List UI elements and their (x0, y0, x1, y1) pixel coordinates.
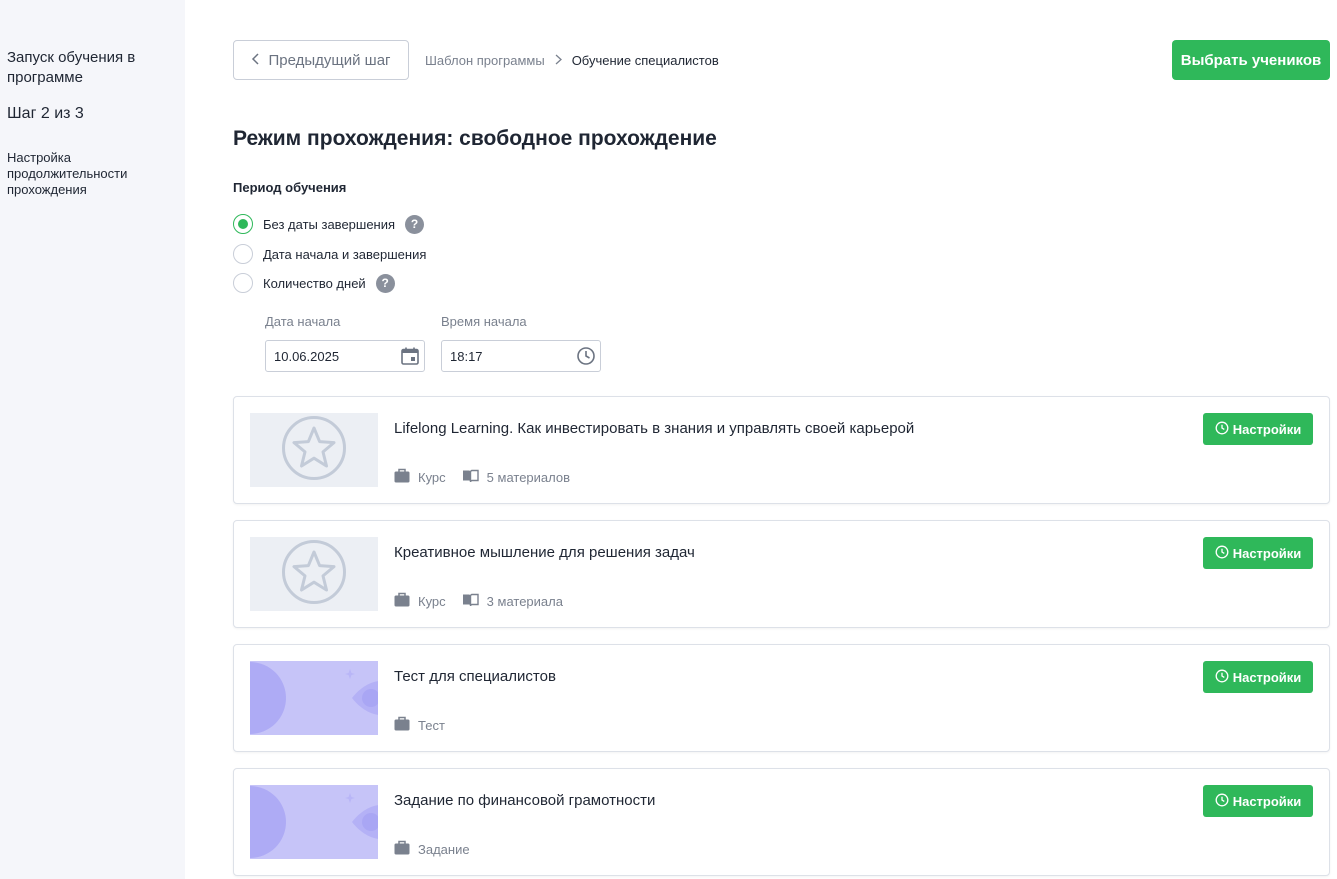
radio-option-start-end-dates[interactable]: Дата начала и завершения (233, 244, 426, 264)
start-time-label: Время начала (441, 314, 527, 329)
item-materials-label: 5 материалов (486, 469, 571, 485)
chevron-left-icon (251, 52, 260, 68)
breadcrumb: Шаблон программы Обучение специалистов (425, 52, 719, 68)
item-thumbnail (250, 661, 378, 735)
previous-step-button[interactable]: Предыдущий шаг (233, 40, 409, 80)
item-settings-button[interactable]: Настройки (1203, 537, 1313, 569)
item-title[interactable]: Креативное мышление для решения задач (394, 544, 695, 561)
period-label: Период обучения (233, 180, 347, 195)
radio-button[interactable] (233, 273, 253, 293)
briefcase-icon (394, 716, 410, 734)
item-materials-label: 3 материала (486, 593, 563, 609)
star-icon (281, 415, 347, 486)
radio-option-days-count[interactable]: Количество дней ? (233, 273, 395, 293)
program-item-card: Lifelong Learning. Как инвестировать в з… (233, 396, 1330, 504)
item-type: Задание (394, 840, 470, 858)
clock-icon (1215, 421, 1229, 438)
eye-illustration (250, 786, 378, 858)
item-thumbnail (250, 413, 378, 487)
start-time-value: 18:17 (450, 348, 483, 364)
breadcrumb-current: Обучение специалистов (571, 52, 719, 68)
item-type-label: Курс (418, 593, 446, 609)
settings-label: Настройки (1232, 545, 1302, 561)
item-type: Тест (394, 716, 445, 734)
item-meta: Курс 3 материала (394, 592, 579, 610)
radio-label: Дата начала и завершения (263, 246, 427, 262)
calendar-icon[interactable] (400, 346, 420, 366)
item-type-label: Тест (418, 717, 445, 733)
radio-button-checked[interactable] (233, 214, 253, 234)
item-meta: Курс 5 материалов (394, 468, 586, 486)
item-type-label: Задание (418, 841, 470, 857)
briefcase-icon (394, 468, 410, 486)
chevron-right-icon (555, 53, 562, 68)
help-icon[interactable]: ? (375, 273, 395, 293)
item-settings-button[interactable]: Настройки (1203, 661, 1313, 693)
radio-label: Количество дней (263, 275, 366, 291)
item-type-label: Курс (418, 469, 446, 485)
sidebar: Запуск обучения в программе Шаг 2 из 3 Н… (0, 0, 185, 879)
program-item-card: Задание по финансовой грамотности Задани… (233, 768, 1330, 876)
item-materials: 3 материала (462, 593, 563, 610)
radio-option-no-end-date[interactable]: Без даты завершения ? (233, 214, 425, 234)
start-time-input[interactable]: 18:17 (441, 340, 601, 372)
select-students-button[interactable]: Выбрать учеников (1172, 40, 1330, 80)
briefcase-icon (394, 592, 410, 610)
start-date-value: 10.06.2025 (274, 348, 340, 364)
program-item-card: Креативное мышление для решения задач Ку… (233, 520, 1330, 628)
eye-illustration (250, 662, 378, 734)
star-icon (281, 539, 347, 610)
item-settings-button[interactable]: Настройки (1203, 785, 1313, 817)
item-title[interactable]: Тест для специалистов (394, 668, 556, 685)
sidebar-step: Шаг 2 из 3 (7, 105, 84, 122)
help-icon[interactable]: ? (405, 214, 425, 234)
item-type: Курс (394, 592, 446, 610)
clock-icon[interactable] (576, 346, 596, 366)
item-thumbnail (250, 785, 378, 859)
previous-step-label: Предыдущий шаг (268, 51, 391, 69)
radio-button[interactable] (233, 244, 253, 264)
main-content: Предыдущий шаг Шаблон программы Обучение… (233, 0, 1330, 879)
breadcrumb-parent[interactable]: Шаблон программы (425, 53, 545, 68)
clock-icon (1215, 545, 1229, 562)
start-date-input[interactable]: 10.06.2025 (265, 340, 425, 372)
item-title[interactable]: Lifelong Learning. Как инвестировать в з… (394, 420, 914, 437)
settings-label: Настройки (1232, 793, 1302, 809)
page-title: Режим прохождения: свободное прохождение (233, 127, 717, 150)
clock-icon (1215, 669, 1229, 686)
book-icon (462, 593, 479, 610)
briefcase-icon (394, 840, 410, 858)
item-title[interactable]: Задание по финансовой грамотности (394, 792, 655, 809)
item-thumbnail (250, 537, 378, 611)
item-materials: 5 материалов (462, 469, 570, 486)
sidebar-title: Запуск обучения в программе (7, 49, 136, 86)
sidebar-step-description: Настройка продолжительности прохождения (7, 150, 128, 197)
settings-label: Настройки (1232, 669, 1302, 685)
book-icon (462, 469, 479, 486)
program-item-card: Тест для специалистов Тест Настройки (233, 644, 1330, 752)
clock-icon (1215, 793, 1229, 810)
radio-label: Без даты завершения (263, 216, 396, 232)
item-meta: Задание (394, 840, 486, 858)
settings-label: Настройки (1232, 421, 1302, 437)
item-meta: Тест (394, 716, 461, 734)
start-date-label: Дата начала (265, 314, 341, 329)
item-type: Курс (394, 468, 446, 486)
item-settings-button[interactable]: Настройки (1203, 413, 1313, 445)
